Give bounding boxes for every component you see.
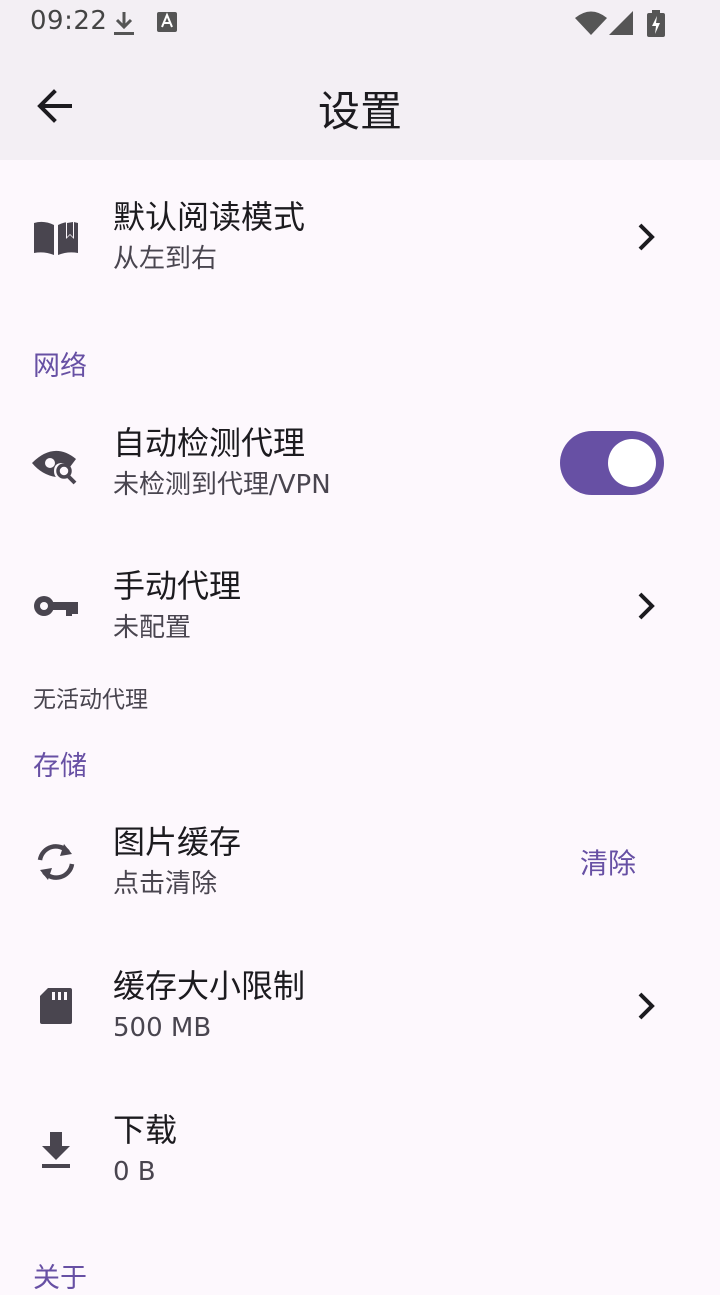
setting-subtitle: 未检测到代理/VPN (113, 470, 331, 500)
status-bar: 09:22 (0, 0, 720, 48)
chevron-right-icon (638, 992, 655, 1020)
setting-text: 自动检测代理 未检测到代理/VPN (113, 421, 331, 505)
download-status-icon (114, 12, 134, 35)
setting-text: 下载 0 B (113, 1108, 177, 1192)
clear-cache-button[interactable]: 清除 (580, 842, 636, 882)
setting-auto-proxy[interactable]: 自动检测代理 未检测到代理/VPN (0, 398, 720, 528)
setting-title: 默认阅读模式 (113, 198, 306, 236)
switch-knob (608, 439, 656, 487)
setting-subtitle: 500 MB (113, 1013, 212, 1043)
sync-icon (37, 844, 75, 880)
keyboard-status-icon (157, 12, 177, 32)
setting-image-cache[interactable]: 图片缓存 点击清除 清除 (0, 797, 720, 927)
setting-text: 图片缓存 点击清除 (113, 820, 241, 904)
setting-title: 手动代理 (113, 567, 242, 605)
sd-card-icon (40, 988, 72, 1024)
battery-charging-icon (647, 10, 665, 37)
status-time: 09:22 (30, 6, 108, 36)
chevron-right-icon (638, 592, 655, 620)
setting-title: 缓存大小限制 (113, 967, 306, 1005)
setting-title: 下载 (113, 1111, 178, 1149)
section-header-about: 关于 (33, 1263, 87, 1294)
key-icon (34, 596, 78, 616)
download-icon (42, 1132, 70, 1168)
auto-proxy-switch[interactable] (560, 431, 664, 495)
setting-text: 缓存大小限制 500 MB (113, 964, 305, 1048)
setting-manual-proxy[interactable]: 手动代理 未配置 (0, 541, 720, 671)
eye-search-icon (32, 450, 77, 485)
setting-subtitle: 从左到右 (113, 244, 218, 274)
setting-title: 图片缓存 (113, 823, 242, 861)
setting-subtitle: 0 B (113, 1157, 156, 1187)
setting-subtitle: 未配置 (113, 613, 192, 643)
setting-subtitle: 点击清除 (113, 869, 218, 899)
wifi-icon (575, 11, 607, 35)
setting-reading-mode[interactable]: 默认阅读模式 从左到右 (0, 172, 720, 302)
top-app-bar: 设置 (0, 48, 720, 160)
proxy-status-note: 无活动代理 (33, 687, 148, 713)
setting-cache-limit[interactable]: 缓存大小限制 500 MB (0, 941, 720, 1071)
setting-title: 自动检测代理 (113, 424, 306, 462)
setting-text: 手动代理 未配置 (113, 564, 241, 648)
page-title: 设置 (317, 87, 402, 136)
signal-icon (609, 11, 633, 35)
section-header-network: 网络 (33, 351, 87, 382)
setting-text: 默认阅读模式 从左到右 (113, 195, 305, 279)
book-open-icon (34, 221, 78, 255)
chevron-right-icon (638, 223, 655, 251)
section-header-storage: 存储 (33, 751, 87, 782)
setting-downloads[interactable]: 下载 0 B (0, 1085, 720, 1215)
